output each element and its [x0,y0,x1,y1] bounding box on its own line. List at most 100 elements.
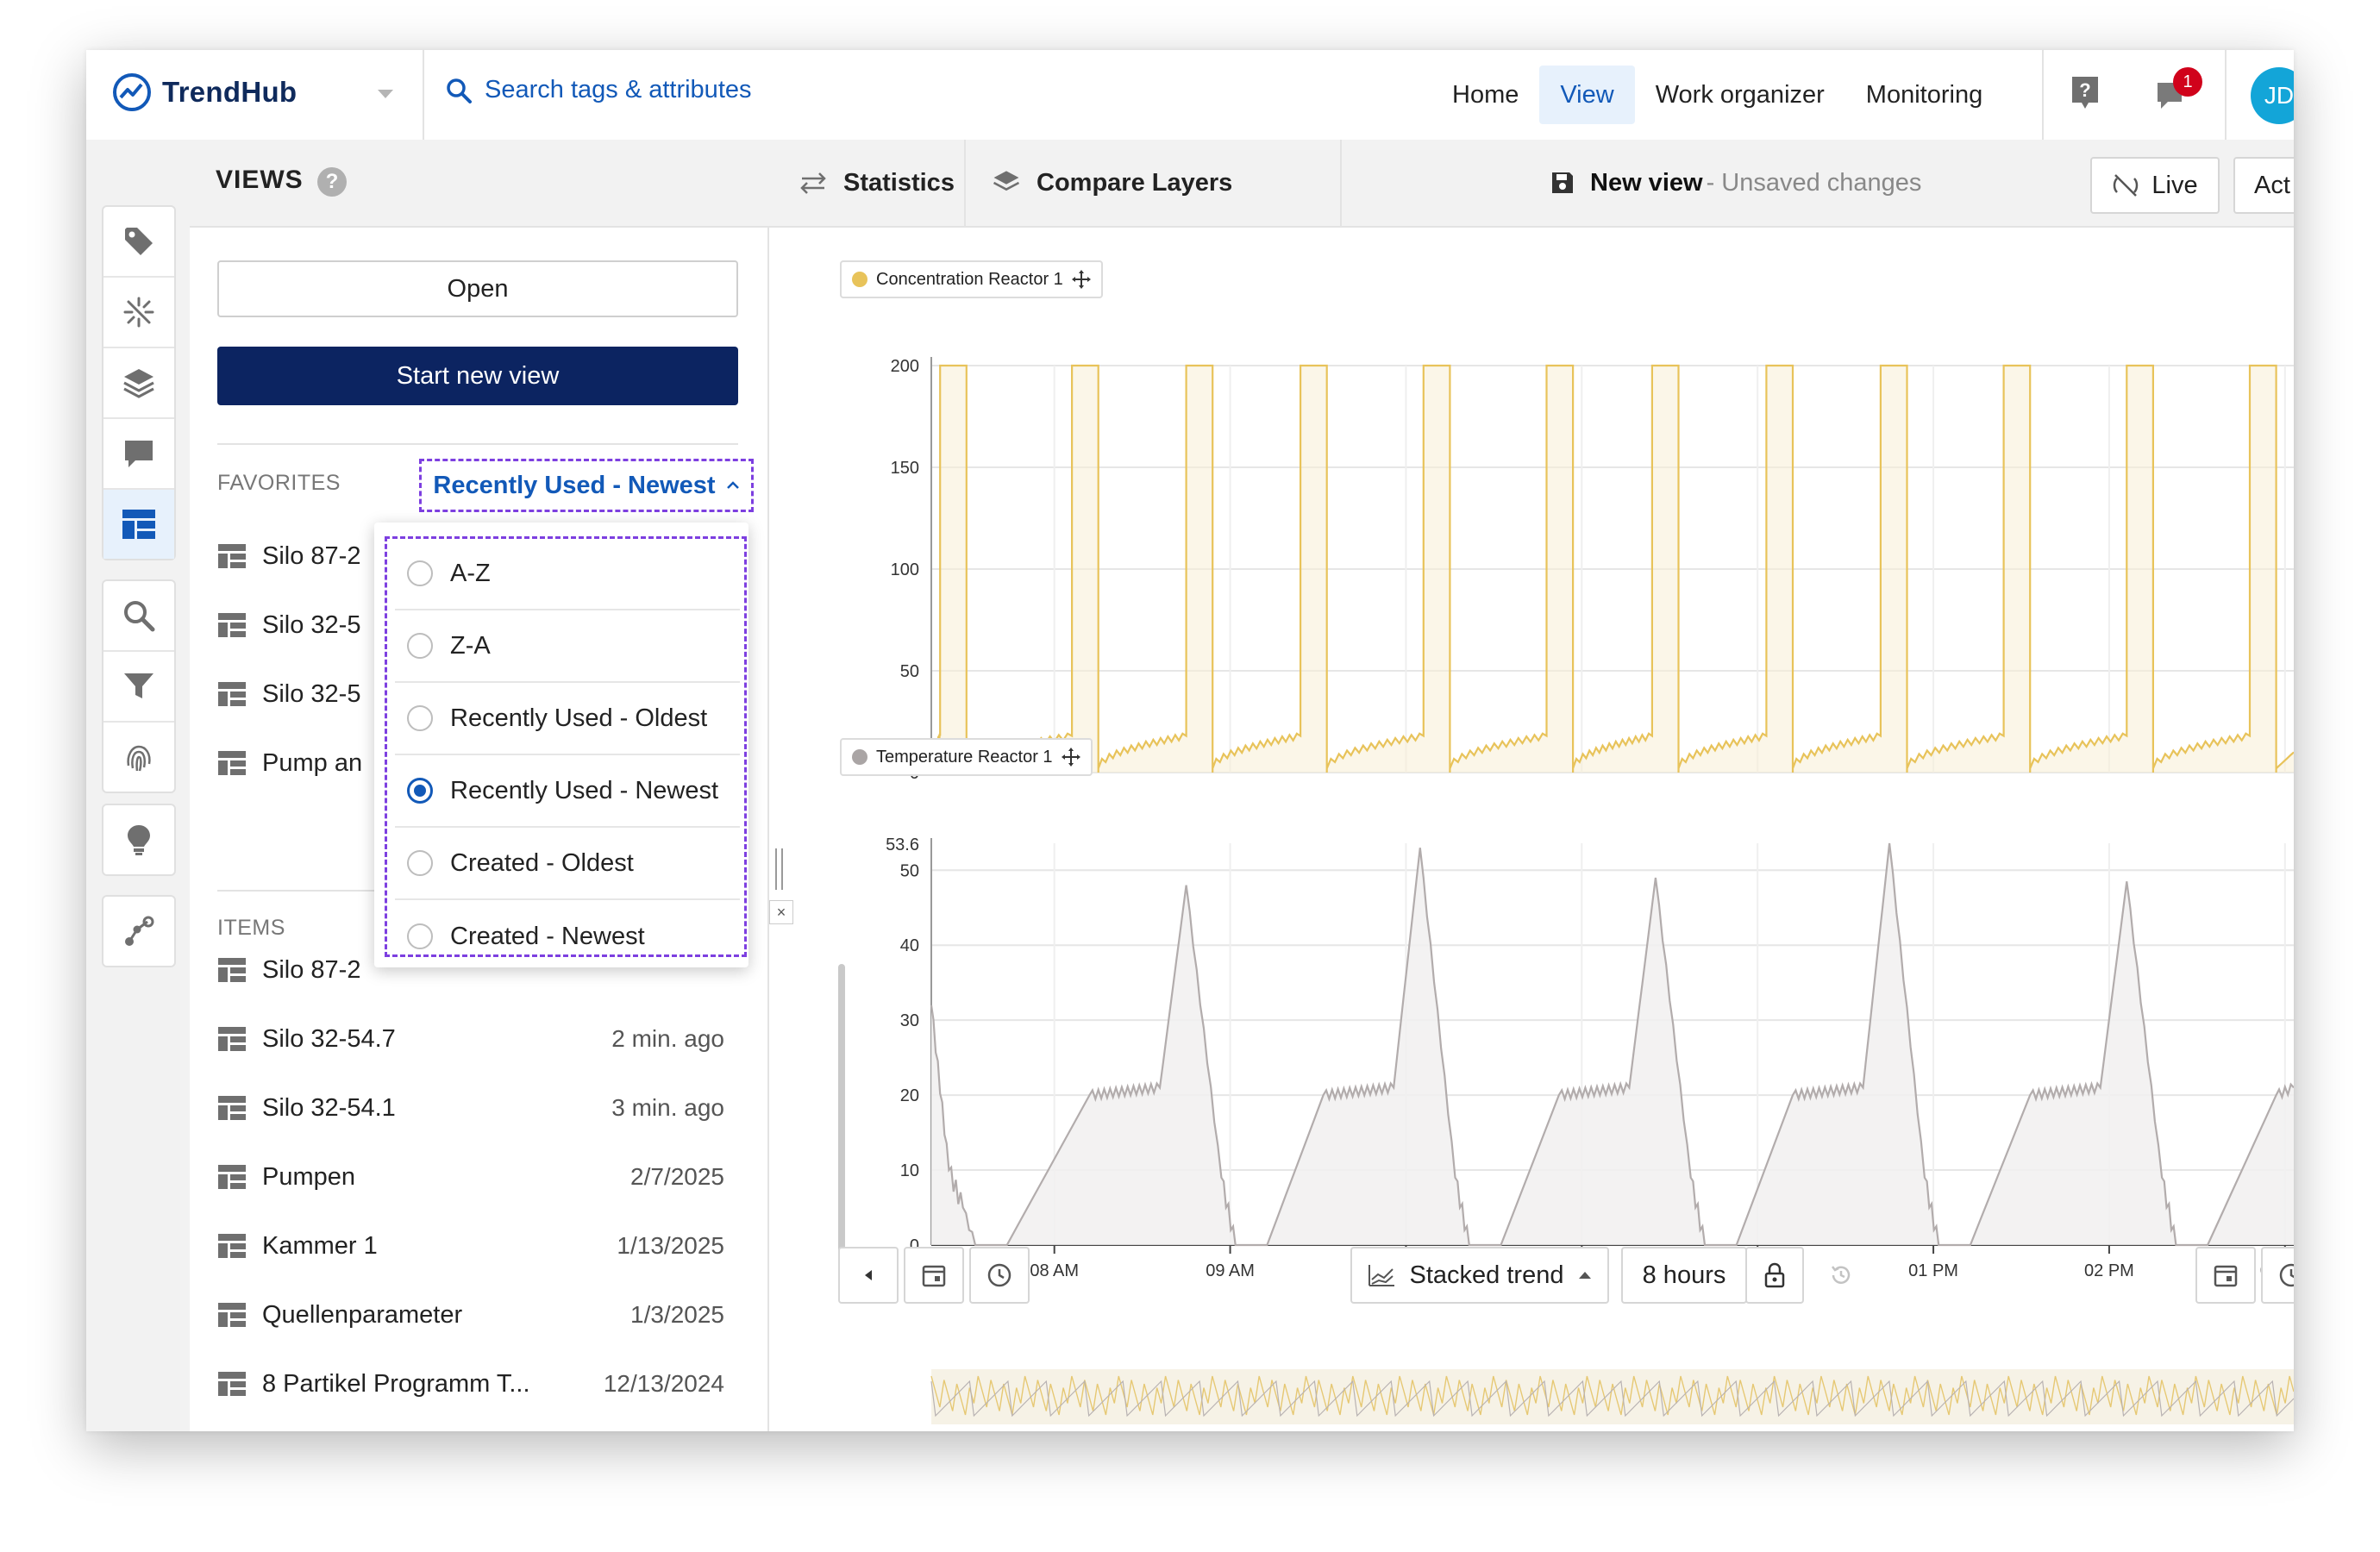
radio-button[interactable] [407,560,433,586]
series-color-dot [852,272,867,287]
save-icon [1552,172,1573,193]
rail-comments[interactable] [103,419,174,490]
search-input[interactable]: Search tags & attributes [485,76,752,104]
rail-layers[interactable] [103,348,174,419]
view-grid-icon [218,682,246,706]
lightbulb-icon [128,825,150,855]
view-list-item[interactable]: Pumpen 2/7/2025 [217,1155,738,1198]
lock-icon [1764,1262,1785,1288]
duration-label: 8 hours [1642,1261,1726,1289]
live-label: Live [2151,171,2198,199]
rail-filter[interactable] [103,652,174,723]
radio-button[interactable] [407,705,433,731]
sort-option-label: Recently Used - Newest [450,776,719,804]
lock-duration-button[interactable] [1745,1247,1804,1304]
open-button[interactable]: Open [217,260,738,317]
sort-option[interactable]: A-Z [395,538,740,610]
start-date-button[interactable] [904,1247,964,1304]
brand-logo[interactable]: TrendHub [112,72,297,112]
nav-work-organizer[interactable]: Work organizer [1635,66,1845,124]
rail-insights[interactable] [103,805,174,874]
sort-option[interactable]: Created - Newest [395,900,740,973]
brand-name: TrendHub [162,76,298,108]
statistics-button[interactable]: Statistics [799,140,955,226]
duration-field[interactable]: 8 hours [1621,1247,1747,1304]
view-grid-icon [218,1303,246,1327]
y-tick-label: 50 [900,861,919,880]
sort-dropdown-trigger[interactable]: Recently Used - Newest [419,459,754,512]
sort-option[interactable]: Recently Used - Newest [395,755,740,828]
live-button[interactable]: Live [2090,157,2220,214]
y-tick-label: 40 [900,936,919,955]
nav-view[interactable]: View [1539,66,1635,124]
x-tick-label: 02 PM [2084,1261,2134,1280]
view-list-item[interactable]: Silo 32-54.7 2 min. ago [217,1017,738,1061]
sort-option[interactable]: Recently Used - Oldest [395,683,740,755]
rail-tags[interactable] [103,207,174,278]
start-time-button[interactable] [969,1247,1030,1304]
rail-search[interactable] [103,581,174,652]
view-timestamp: 3 min. ago [611,1094,724,1121]
end-date-button[interactable] [2195,1247,2256,1304]
series-area-temperature [931,843,2294,1245]
view-timestamp: 1/3/2025 [630,1301,724,1328]
view-timestamp: 12/13/2024 [603,1370,724,1397]
radio-button[interactable] [407,778,433,804]
chevron-down-icon[interactable] [376,88,395,100]
history-icon [1832,1266,1851,1284]
search-bar[interactable]: Search tags & attributes [445,76,752,104]
start-new-view-button[interactable]: Start new view [217,347,738,405]
dashboard-icon [122,510,155,539]
view-list-item[interactable]: 8 Partikel Programm T... 12/13/2024 [217,1362,738,1405]
view-grid-icon [218,958,246,982]
items-label: ITEMS [217,916,285,940]
tag-icon [125,228,153,255]
legend-temperature[interactable]: Temperature Reactor 1 [840,738,1093,776]
rail-fingerprint[interactable] [103,723,174,792]
view-title: New view [1590,168,1703,197]
view-list-item[interactable]: Quellenparameter 1/3/2025 [217,1293,738,1336]
chart-toolbar: Statistics Compare Layers New view - Uns… [767,140,2294,228]
tool-rail [86,140,191,1431]
help-icon[interactable]: ? [317,167,347,197]
actions-button[interactable]: Act [2233,157,2294,214]
view-grid-icon [218,1027,246,1051]
view-mode-dropdown[interactable]: Stacked trend [1350,1247,1609,1304]
avatar[interactable]: JD [2251,67,2294,124]
sort-option[interactable]: Z-A [395,610,740,683]
radio-button[interactable] [407,850,433,876]
view-list-item[interactable]: Silo 32-54.1 3 min. ago [217,1086,738,1130]
y-tick-label: 200 [891,357,919,376]
nav-monitoring[interactable]: Monitoring [1845,66,2003,124]
swap-arrows-icon [800,172,826,194]
view-timestamp: 2/7/2025 [630,1163,724,1190]
nav-home[interactable]: Home [1431,66,1539,124]
divider [2042,50,2044,140]
sort-option-label: Z-A [450,631,491,660]
panel-title: VIEWS [216,166,304,194]
view-list-item[interactable]: Kammer 1 1/13/2025 [217,1224,738,1267]
search-icon [447,78,472,103]
help-icon[interactable]: ? [2070,74,2101,112]
history-button[interactable] [1811,1247,1871,1304]
radio-button[interactable] [407,633,433,659]
radio-button[interactable] [407,923,433,949]
prev-button[interactable] [838,1247,899,1304]
view-grid-icon [218,544,246,568]
views-panel-header: VIEWS ? [190,140,767,228]
rail-views[interactable] [103,490,174,559]
view-label: Pumpen [262,1162,356,1191]
legend-concentration[interactable]: Concentration Reactor 1 [840,260,1103,298]
statistics-label: Statistics [843,168,955,197]
x-tick-label: 08 AM [1030,1261,1079,1280]
end-time-button[interactable] [2261,1247,2294,1304]
rail-events[interactable] [103,278,174,348]
compare-layers-button[interactable]: Compare Layers [992,140,1232,226]
rail-graph[interactable] [103,897,174,966]
view-name[interactable]: New view - Unsaved changes [1550,140,1921,226]
unsaved-status: - Unsaved changes [1706,168,1922,197]
y-tick-label: 10 [900,1161,919,1180]
rail-group-insights [102,804,176,876]
sort-option[interactable]: Created - Oldest [395,828,740,900]
y-tick-label: 20 [900,1086,919,1105]
